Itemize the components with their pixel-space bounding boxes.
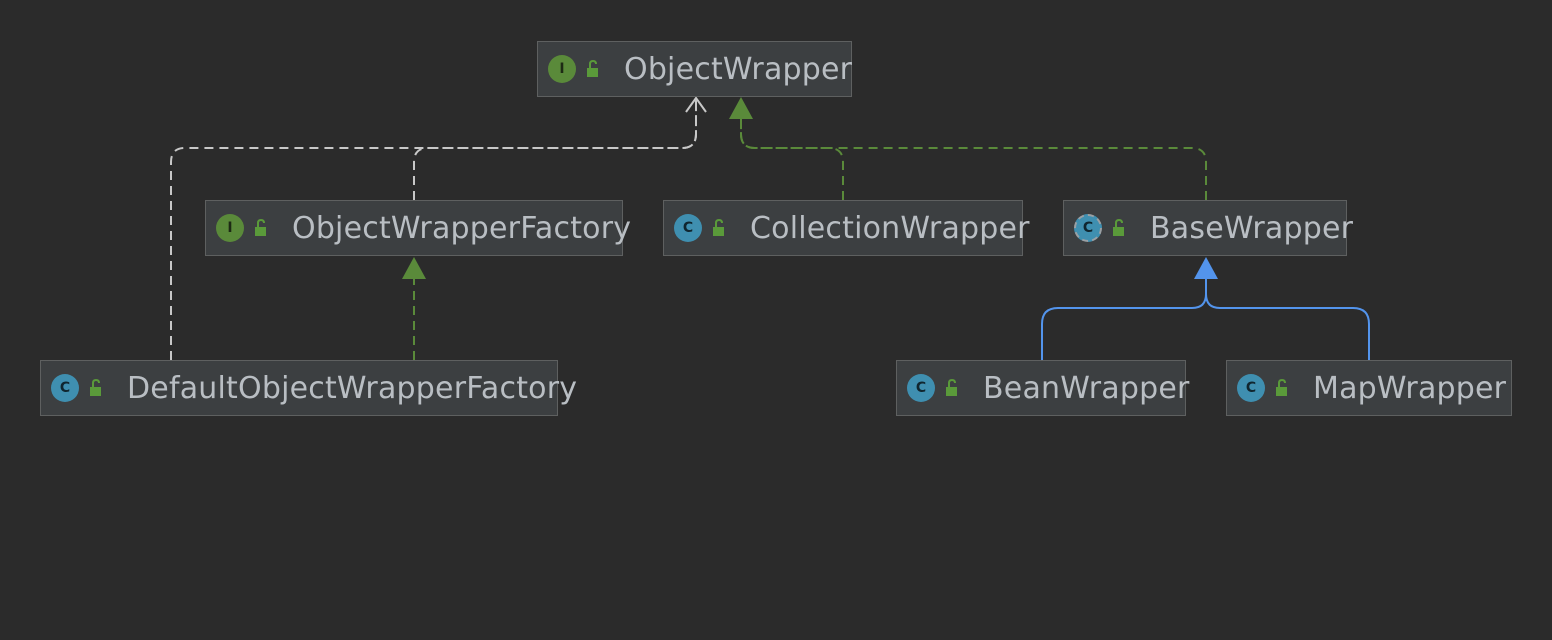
- node-collection-wrapper[interactable]: C CollectionWrapper: [663, 200, 1030, 256]
- node-map-wrapper[interactable]: C MapWrapper: [1226, 360, 1512, 416]
- unlocked-icon: [90, 378, 101, 396]
- class-icon: C: [51, 374, 79, 402]
- class-icon: C: [1237, 374, 1265, 402]
- node-label: MapWrapper: [1313, 370, 1507, 406]
- node-bean-wrapper[interactable]: C BeanWrapper: [896, 360, 1189, 416]
- node-base-wrapper[interactable]: C BaseWrapper: [1063, 200, 1353, 256]
- edge-realization-basewrapper-to-objectwrapper: [740, 118, 1207, 200]
- generalization-arrowhead-icon: [1194, 257, 1218, 279]
- unlocked-icon: [587, 59, 598, 77]
- interface-icon: I: [216, 214, 244, 242]
- node-label: BeanWrapper: [983, 370, 1190, 406]
- unlocked-icon: [1113, 218, 1124, 236]
- edge-generalization-beanwrapper-to-basewrapper: [1041, 279, 1207, 360]
- abstract-class-icon: C: [1074, 214, 1102, 242]
- unlocked-icon: [1276, 378, 1287, 396]
- node-default-object-wrapper-factory[interactable]: C DefaultObjectWrapperFactory: [40, 360, 577, 416]
- edge-realization-collectionwrapper-to-objectwrapper: [740, 118, 844, 200]
- class-icon: C: [674, 214, 702, 242]
- node-label: ObjectWrapper: [624, 51, 853, 87]
- node-label: ObjectWrapperFactory: [292, 210, 632, 246]
- node-label: DefaultObjectWrapperFactory: [127, 370, 578, 406]
- node-label: CollectionWrapper: [750, 210, 1030, 246]
- unlocked-icon: [946, 378, 957, 396]
- edge-generalization-mapwrapper-to-basewrapper: [1205, 279, 1370, 360]
- unlocked-icon: [713, 218, 724, 236]
- node-object-wrapper[interactable]: I ObjectWrapper: [537, 41, 852, 97]
- node-label: BaseWrapper: [1150, 210, 1354, 246]
- realization-arrowhead-icon: [402, 257, 426, 279]
- class-icon: C: [907, 374, 935, 402]
- unlocked-icon: [255, 218, 266, 236]
- realization-arrowhead-icon: [729, 97, 753, 119]
- interface-icon: I: [548, 55, 576, 83]
- node-object-wrapper-factory[interactable]: I ObjectWrapperFactory: [205, 200, 631, 256]
